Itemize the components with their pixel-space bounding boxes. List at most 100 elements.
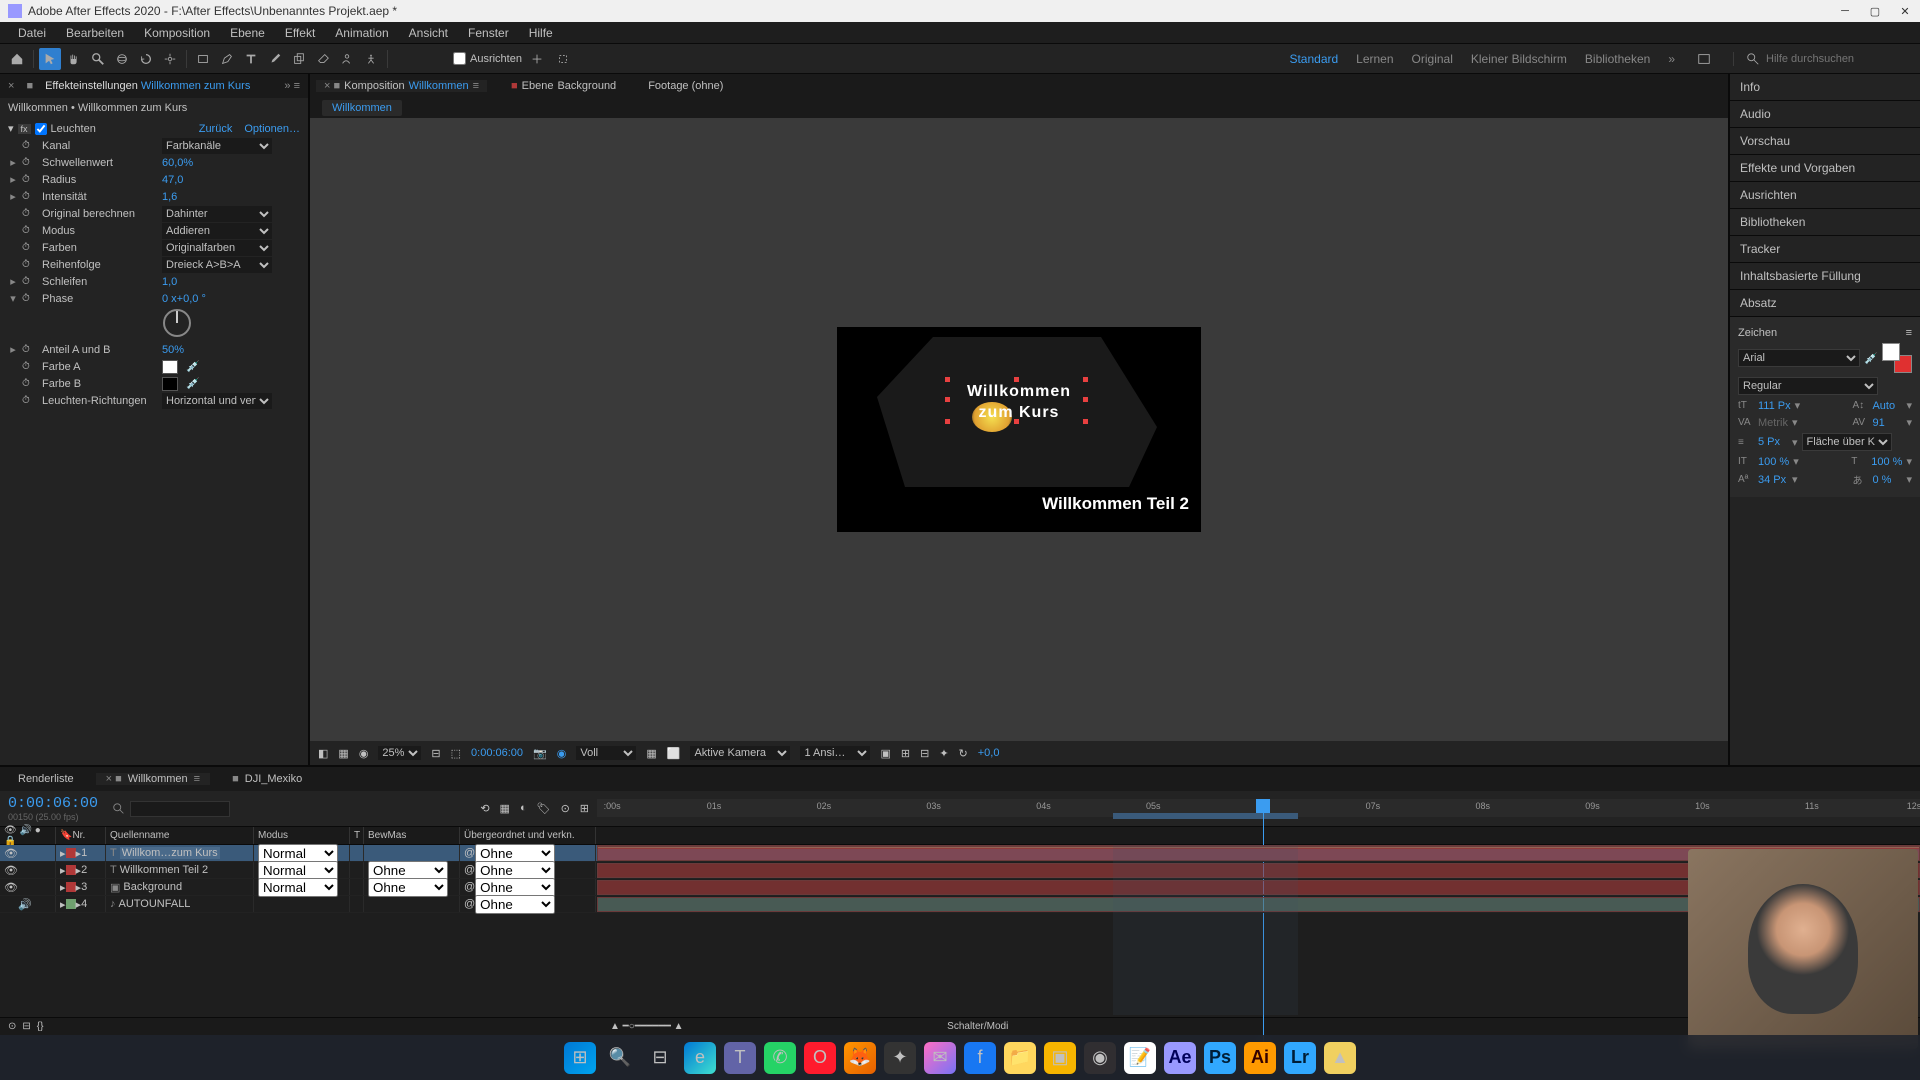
parent-select[interactable]: Ohne (475, 895, 555, 914)
hscale-value[interactable]: 100 % (1871, 456, 1902, 468)
workspace-bibliotheken[interactable]: Bibliotheken (1585, 52, 1650, 66)
stopwatch-icon[interactable]: ⏱ (22, 276, 34, 287)
stroke-option-select[interactable]: Fläche über Kon… (1802, 433, 1892, 451)
snap-opt1-icon[interactable] (526, 48, 548, 70)
layer-color-swatch[interactable] (66, 848, 76, 858)
hand-tool-icon[interactable] (63, 48, 85, 70)
menu-komposition[interactable]: Komposition (134, 26, 220, 40)
panel-menu-icon[interactable]: ≡ (1906, 327, 1912, 339)
taskbar-app1-icon[interactable]: ✦ (884, 1042, 916, 1074)
taskbar-edge-icon[interactable]: e (684, 1042, 716, 1074)
timeline-search-input[interactable] (130, 801, 230, 817)
layer-color-swatch[interactable] (66, 899, 76, 909)
panel-zeichen-title[interactable]: Zeichen (1738, 327, 1777, 339)
vf-icon1[interactable]: ▣ (880, 747, 890, 760)
grid-icon[interactable]: ▦ (338, 747, 348, 760)
clone-tool-icon[interactable] (288, 48, 310, 70)
schwelle-value[interactable]: 60,0% (162, 157, 193, 169)
layer-name[interactable]: Background (123, 881, 182, 893)
maximize-button[interactable]: ▢ (1868, 4, 1882, 18)
help-search-input[interactable] (1766, 53, 1906, 65)
layer-name[interactable]: AUTOUNFALL (119, 898, 191, 910)
alpha-icon[interactable]: ◧ (318, 747, 328, 760)
taskbar-teams-icon[interactable]: T (724, 1042, 756, 1074)
res-icon[interactable]: ⊟ (431, 747, 440, 760)
orbit-tool-icon[interactable] (111, 48, 133, 70)
text-layer-2[interactable]: Willkommen Teil 2 (1042, 494, 1189, 514)
font-style-select[interactable]: Regular (1738, 377, 1878, 395)
comp-tab-willkommen[interactable]: × ■ Komposition Willkommen ≡ (316, 80, 487, 92)
pen-tool-icon[interactable] (216, 48, 238, 70)
tl-icon-3[interactable]: ◐ (520, 802, 527, 815)
kerning-value[interactable]: Metrik (1758, 417, 1788, 429)
panel-info[interactable]: Info (1730, 74, 1920, 101)
taskbar-firefox-icon[interactable]: 🦊 (844, 1042, 876, 1074)
stopwatch-icon[interactable]: ⏱ (22, 191, 34, 202)
panel-vorschau[interactable]: Vorschau (1730, 128, 1920, 155)
eye-icon[interactable]: 👁 (4, 847, 18, 860)
pickwhip-icon[interactable]: @ (464, 847, 475, 859)
text-layer-1[interactable]: Willkommen zum Kurs (967, 382, 1071, 424)
home-icon[interactable] (6, 48, 28, 70)
composition-viewer[interactable]: Willkommen zum Kurs Willkommen Teil 2 (310, 118, 1728, 741)
taskbar-taskview-icon[interactable]: ⊟ (644, 1042, 676, 1074)
tl-icon-4[interactable]: 🏷 (537, 802, 551, 815)
fill-stroke-colors[interactable] (1882, 343, 1912, 373)
taskbar-whatsapp-icon[interactable]: ✆ (764, 1042, 796, 1074)
tab-effekteinstellungen[interactable]: Effekteinstellungen Willkommen zum Kurs (45, 80, 250, 92)
menu-ansicht[interactable]: Ansicht (399, 26, 458, 40)
workspace-overflow-icon[interactable]: » (1668, 52, 1675, 66)
modus-select[interactable]: Addieren (162, 223, 272, 239)
pickwhip-icon[interactable]: @ (464, 881, 475, 893)
eraser-tool-icon[interactable] (312, 48, 334, 70)
menu-hilfe[interactable]: Hilfe (519, 26, 563, 40)
timeline-timecode[interactable]: 0:00:06:00 (8, 795, 98, 812)
tl-footer-icon2[interactable]: ⊟ (22, 1021, 30, 1032)
panel-ausrichten[interactable]: Ausrichten (1730, 182, 1920, 209)
tl-icon-2[interactable]: ▦ (500, 802, 510, 815)
vf-icon3[interactable]: ⊟ (920, 747, 929, 760)
stopwatch-icon[interactable]: ⏱ (22, 208, 34, 219)
text-tool-icon[interactable] (240, 48, 262, 70)
kanal-select[interactable]: Farbkanäle (162, 138, 272, 154)
taskbar-facebook-icon[interactable]: f (964, 1042, 996, 1074)
comp-tab-footage[interactable]: Footage (ohne) (640, 80, 731, 92)
stopwatch-icon[interactable]: ⏱ (22, 395, 34, 406)
stopwatch-icon[interactable]: ⏱ (22, 242, 34, 253)
panel-fullung[interactable]: Inhaltsbasierte Füllung (1730, 263, 1920, 290)
panel-bibliotheken[interactable]: Bibliotheken (1730, 209, 1920, 236)
tab-dji[interactable]: ■DJI_Mexiko (222, 773, 312, 785)
taskbar-ae-icon[interactable]: Ae (1164, 1042, 1196, 1074)
roto-tool-icon[interactable] (336, 48, 358, 70)
snap-opt2-icon[interactable] (552, 48, 574, 70)
zoom-slider[interactable]: ▲ ━○━━━━━━ ▲ (610, 1021, 684, 1032)
search-icon[interactable] (112, 802, 126, 816)
tracking-value[interactable]: 91 (1872, 417, 1902, 429)
tsume-value[interactable]: 0 % (1872, 474, 1902, 486)
color-b-swatch[interactable] (162, 377, 178, 391)
vscale-value[interactable]: 100 % (1758, 456, 1789, 468)
layer-color-swatch[interactable] (66, 865, 76, 875)
panel-menu-icon[interactable]: » ≡ (284, 80, 300, 92)
stopwatch-icon[interactable]: ⏱ (22, 361, 34, 372)
eyedropper-icon[interactable]: 💉 (186, 360, 200, 373)
workspace-toggle-icon[interactable] (1693, 48, 1715, 70)
layer-color-swatch[interactable] (66, 882, 76, 892)
timeline-ruler-area[interactable]: :00s 01s 02s 03s 04s 05s 06s 07s 08s 09s… (597, 791, 1920, 826)
mask-icon[interactable]: ◉ (359, 747, 369, 760)
stopwatch-icon[interactable]: ⏱ (22, 157, 34, 168)
reihen-select[interactable]: Dreieck A>B>A (162, 257, 272, 273)
transparency-icon[interactable]: ▦ (646, 747, 656, 760)
farben-select[interactable]: Originalfarben (162, 240, 272, 256)
taskbar-windows-icon[interactable]: ⊞ (564, 1042, 596, 1074)
stopwatch-icon[interactable]: ⏱ (22, 140, 34, 151)
view-select[interactable]: 1 Ansi… (800, 746, 870, 760)
stopwatch-icon[interactable]: ⏱ (22, 293, 34, 304)
tl-icon-6[interactable]: ⊞ (580, 802, 589, 815)
workspace-original[interactable]: Original (1412, 52, 1453, 66)
comp-tab-background[interactable]: ■ Ebene Background (503, 80, 624, 92)
3d-icon[interactable]: ⬜ (667, 747, 681, 760)
layer-name[interactable]: Willkommen Teil 2 (120, 864, 208, 876)
layer-name[interactable]: Willkom…zum Kurs (120, 847, 220, 859)
schalter-modi-toggle[interactable]: Schalter/Modi (947, 1021, 1008, 1032)
